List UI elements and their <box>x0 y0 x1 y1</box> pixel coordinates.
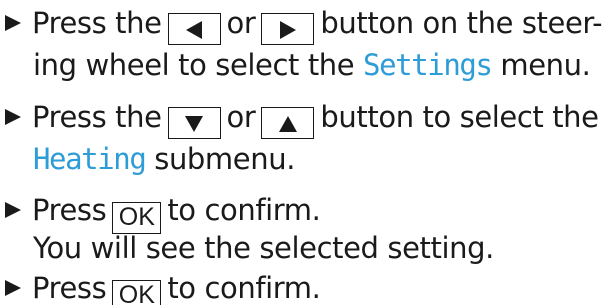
up-arrow-key <box>261 107 315 139</box>
step-1-line-2-pre: ing wheel to select the <box>33 48 364 82</box>
step-4: Press OK to confirm. <box>4 267 614 305</box>
step-1-text-post: button on the steer- <box>320 6 603 40</box>
step-3-line-2: You will see the selected setting. <box>33 227 494 269</box>
step-1: Press the or button on the steer- <box>4 2 614 45</box>
step-4-text-post: to confirm. <box>167 271 321 305</box>
step-2-text-post: button to select the <box>320 100 599 134</box>
instruction-page: Press the or button on the steer- ing whee… <box>0 0 614 305</box>
left-arrow-icon <box>186 21 203 39</box>
up-arrow-icon <box>278 116 297 132</box>
triangle-bullet-icon <box>4 201 22 219</box>
step-1-or: or <box>226 6 256 40</box>
right-arrow-key <box>261 13 315 45</box>
triangle-bullet-icon <box>4 14 22 32</box>
step-2-line-2: Heating submenu. <box>33 138 295 180</box>
triangle-bullet-icon <box>4 108 22 126</box>
step-2-or: or <box>226 100 256 134</box>
step-2-text-pre: Press the <box>32 100 162 134</box>
step-2-line-2-post: submenu. <box>145 142 296 176</box>
step-1-line-2-post: menu. <box>491 48 591 82</box>
triangle-bullet-icon <box>4 279 22 297</box>
down-arrow-key <box>167 107 221 139</box>
step-3-text-post: to confirm. <box>167 193 321 227</box>
right-arrow-icon <box>279 21 296 39</box>
settings-menu-label: Settings <box>363 48 493 82</box>
heating-submenu-label: Heating <box>33 142 147 176</box>
left-arrow-key <box>167 13 221 45</box>
step-1-line-2: ing wheel to select the Settings menu. <box>33 44 591 86</box>
step-3-text-pre: Press <box>32 193 107 227</box>
step-2: Press the or button to select the <box>4 96 614 139</box>
step-4-text-pre: Press <box>32 271 107 305</box>
ok-key: OK <box>112 280 162 305</box>
step-3-result-text: You will see the selected setting. <box>33 231 494 265</box>
down-arrow-icon <box>185 116 204 132</box>
step-1-text-pre: Press the <box>32 6 162 40</box>
